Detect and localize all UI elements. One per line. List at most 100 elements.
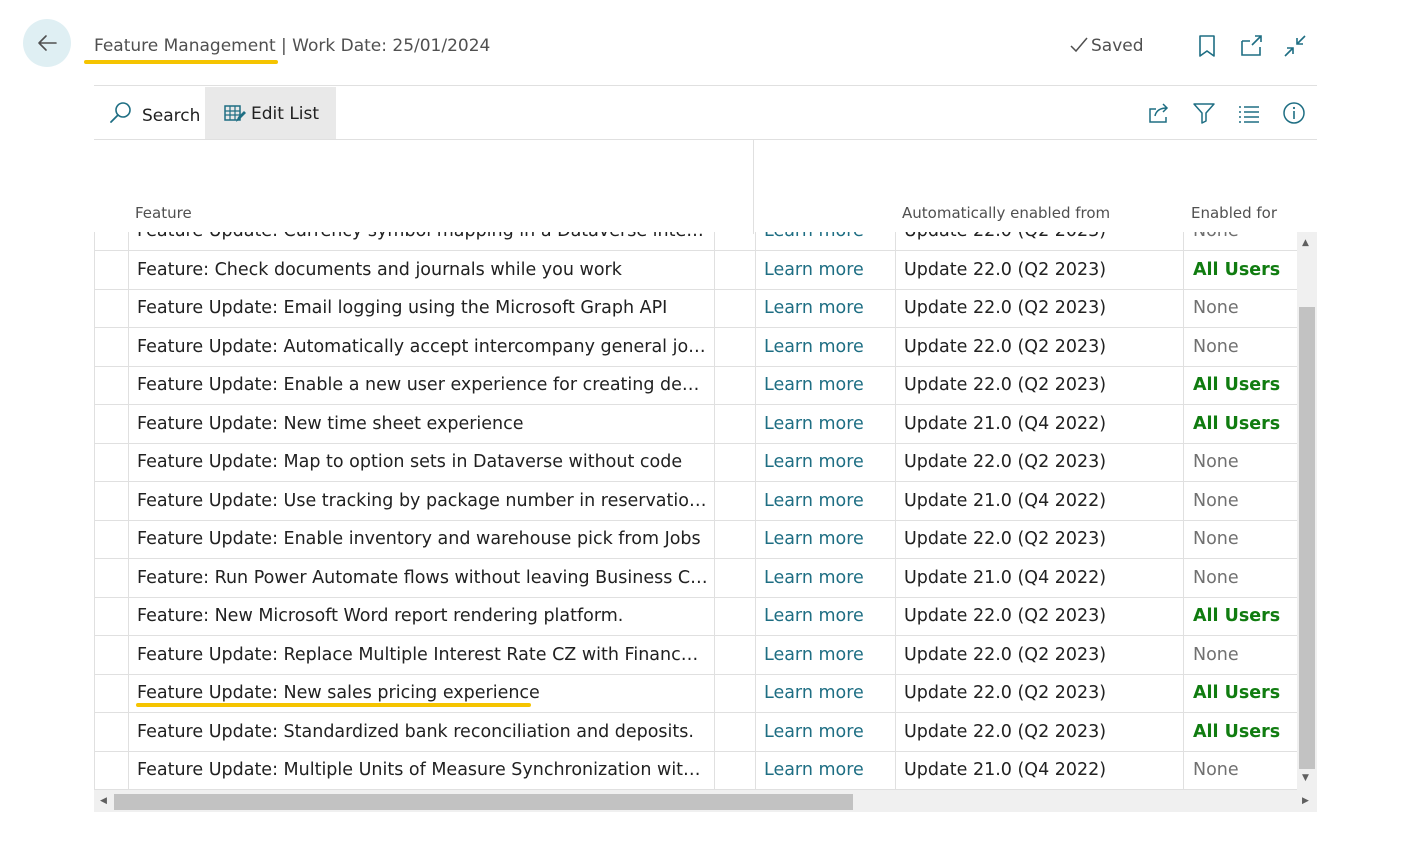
spacer-cell (715, 366, 756, 404)
table-row[interactable]: Feature Update: Replace Multiple Interes… (95, 635, 1298, 675)
feature-cell[interactable]: Feature Update: Multiple Units of Measur… (129, 751, 715, 789)
row-selector[interactable] (95, 674, 129, 712)
table-row[interactable]: Feature Update: Multiple Units of Measur… (95, 751, 1298, 790)
learn-more-link[interactable]: Learn more (756, 481, 896, 520)
learn-more-link[interactable]: Learn more (756, 520, 896, 558)
learn-more-link[interactable]: Learn more (756, 232, 896, 250)
column-header-feature[interactable]: Feature (135, 204, 192, 222)
feature-cell[interactable]: Feature Update: Map to option sets in Da… (129, 443, 715, 481)
row-selector[interactable] (95, 520, 129, 558)
enabled-for-cell[interactable]: All Users (1185, 674, 1298, 712)
feature-cell[interactable]: Feature Update: Automatically accept int… (129, 327, 715, 366)
learn-more-link[interactable]: Learn more (756, 366, 896, 404)
feature-cell[interactable]: Feature Update: Enable inventory and war… (129, 520, 715, 558)
back-button[interactable] (23, 19, 71, 67)
feature-cell[interactable]: Feature Update: Standardized bank reconc… (129, 712, 715, 751)
row-selector[interactable] (95, 751, 129, 789)
feature-cell[interactable]: Feature Update: Use tracking by package … (129, 481, 715, 520)
auto-enabled-cell: Update 22.0 (Q2 2023) (896, 674, 1184, 712)
learn-more-link[interactable]: Learn more (756, 635, 896, 674)
table-row[interactable]: Feature Update: Use tracking by package … (95, 481, 1298, 521)
enabled-for-cell[interactable]: None (1185, 520, 1298, 558)
enabled-for-cell[interactable]: All Users (1185, 405, 1298, 443)
row-selector[interactable] (95, 597, 129, 635)
feature-cell[interactable]: Feature Update: Enable a new user experi… (129, 366, 715, 404)
learn-more-link[interactable]: Learn more (756, 712, 896, 751)
horizontal-scroll-thumb[interactable] (114, 794, 853, 810)
open-in-new-window-icon[interactable] (1238, 33, 1264, 59)
row-selector[interactable] (95, 250, 129, 289)
share-icon[interactable] (1147, 101, 1171, 125)
feature-cell[interactable]: Feature Update: Currency symbol mapping … (129, 232, 715, 250)
enabled-for-cell[interactable]: All Users (1185, 713, 1298, 751)
learn-more-link[interactable]: Learn more (756, 327, 896, 366)
row-selector[interactable] (95, 404, 129, 443)
learn-more-link[interactable]: Learn more (756, 597, 896, 635)
enabled-for-cell[interactable]: None (1185, 751, 1298, 789)
enabled-for-cell[interactable]: None (1185, 232, 1298, 250)
feature-cell[interactable]: Feature: Check documents and journals wh… (129, 250, 715, 289)
spacer-cell (715, 250, 756, 289)
feature-cell[interactable]: Feature Update: Replace Multiple Interes… (129, 635, 715, 674)
enabled-for-cell[interactable]: None (1185, 443, 1298, 481)
feature-cell[interactable]: Feature: Run Power Automate flows withou… (129, 558, 715, 597)
learn-more-link[interactable]: Learn more (756, 443, 896, 481)
table-row[interactable]: Feature Update: Map to option sets in Da… (95, 443, 1298, 482)
scroll-down-icon[interactable]: ▼ (1302, 773, 1309, 783)
enabled-for-cell[interactable]: None (1185, 328, 1298, 366)
row-selector[interactable] (95, 443, 129, 481)
column-header-enabled-for[interactable]: Enabled for (1191, 204, 1277, 222)
scroll-up-icon[interactable]: ▲ (1302, 238, 1309, 248)
edit-list-button[interactable]: Edit List (205, 87, 336, 139)
enabled-for-cell[interactable]: All Users (1185, 366, 1298, 404)
row-selector[interactable] (95, 635, 129, 674)
table-row[interactable]: Feature: Check documents and journals wh… (95, 250, 1298, 290)
learn-more-link[interactable]: Learn more (756, 250, 896, 289)
learn-more-link[interactable]: Learn more (756, 558, 896, 597)
column-header-auto-enabled[interactable]: Automatically enabled from (902, 204, 1110, 222)
row-selector[interactable] (95, 481, 129, 520)
table-row[interactable]: Feature Update: Automatically accept int… (95, 327, 1298, 367)
spacer-cell (715, 481, 756, 520)
row-selector[interactable] (95, 558, 129, 597)
feature-cell[interactable]: Feature: New Microsoft Word report rende… (129, 597, 715, 635)
info-icon[interactable] (1282, 101, 1306, 125)
auto-enabled-cell: Update 22.0 (Q2 2023) (896, 250, 1184, 289)
enabled-for-cell[interactable]: All Users (1185, 597, 1298, 635)
row-selector[interactable] (95, 289, 129, 327)
enabled-for-cell[interactable]: None (1185, 559, 1298, 597)
table-row[interactable]: Feature Update: Enable a new user experi… (95, 366, 1298, 405)
row-selector[interactable] (95, 366, 129, 404)
row-selector[interactable] (95, 327, 129, 366)
enabled-for-cell[interactable]: None (1185, 482, 1298, 520)
list-view-icon[interactable] (1237, 101, 1261, 125)
search-button[interactable]: Search (108, 100, 200, 130)
feature-cell[interactable]: Feature Update: New time sheet experienc… (129, 404, 715, 443)
search-icon (110, 102, 131, 123)
table-row[interactable]: Feature: Run Power Automate flows withou… (95, 558, 1298, 598)
scroll-right-icon[interactable]: ▶ (1302, 796, 1309, 806)
enabled-for-cell[interactable]: All Users (1185, 251, 1298, 289)
feature-cell[interactable]: Feature Update: Email logging using the … (129, 289, 715, 327)
auto-enabled-cell: Update 22.0 (Q2 2023) (896, 366, 1184, 404)
table-row[interactable]: Feature Update: Email logging using the … (95, 289, 1298, 328)
learn-more-link[interactable]: Learn more (756, 289, 896, 327)
table-row[interactable]: Feature Update: Standardized bank reconc… (95, 712, 1298, 752)
vertical-scroll-thumb[interactable] (1299, 307, 1315, 769)
table-row[interactable]: Feature Update: Enable inventory and war… (95, 520, 1298, 559)
table-row[interactable]: Feature Update: New sales pricing experi… (95, 674, 1298, 713)
learn-more-link[interactable]: Learn more (756, 404, 896, 443)
row-selector[interactable] (95, 712, 129, 751)
bookmark-icon[interactable] (1194, 33, 1220, 59)
table-row[interactable]: Feature Update: New time sheet experienc… (95, 404, 1298, 444)
filter-icon[interactable] (1192, 101, 1216, 125)
enabled-for-cell[interactable]: None (1185, 289, 1298, 327)
table-row[interactable]: Feature Update: Currency symbol mapping … (95, 232, 1298, 251)
enabled-for-cell[interactable]: None (1185, 636, 1298, 674)
learn-more-link[interactable]: Learn more (756, 674, 896, 712)
collapse-icon[interactable] (1282, 33, 1308, 59)
learn-more-link[interactable]: Learn more (756, 751, 896, 789)
scroll-left-icon[interactable]: ◀ (100, 796, 107, 806)
row-selector[interactable] (95, 232, 129, 250)
table-row[interactable]: Feature: New Microsoft Word report rende… (95, 597, 1298, 636)
